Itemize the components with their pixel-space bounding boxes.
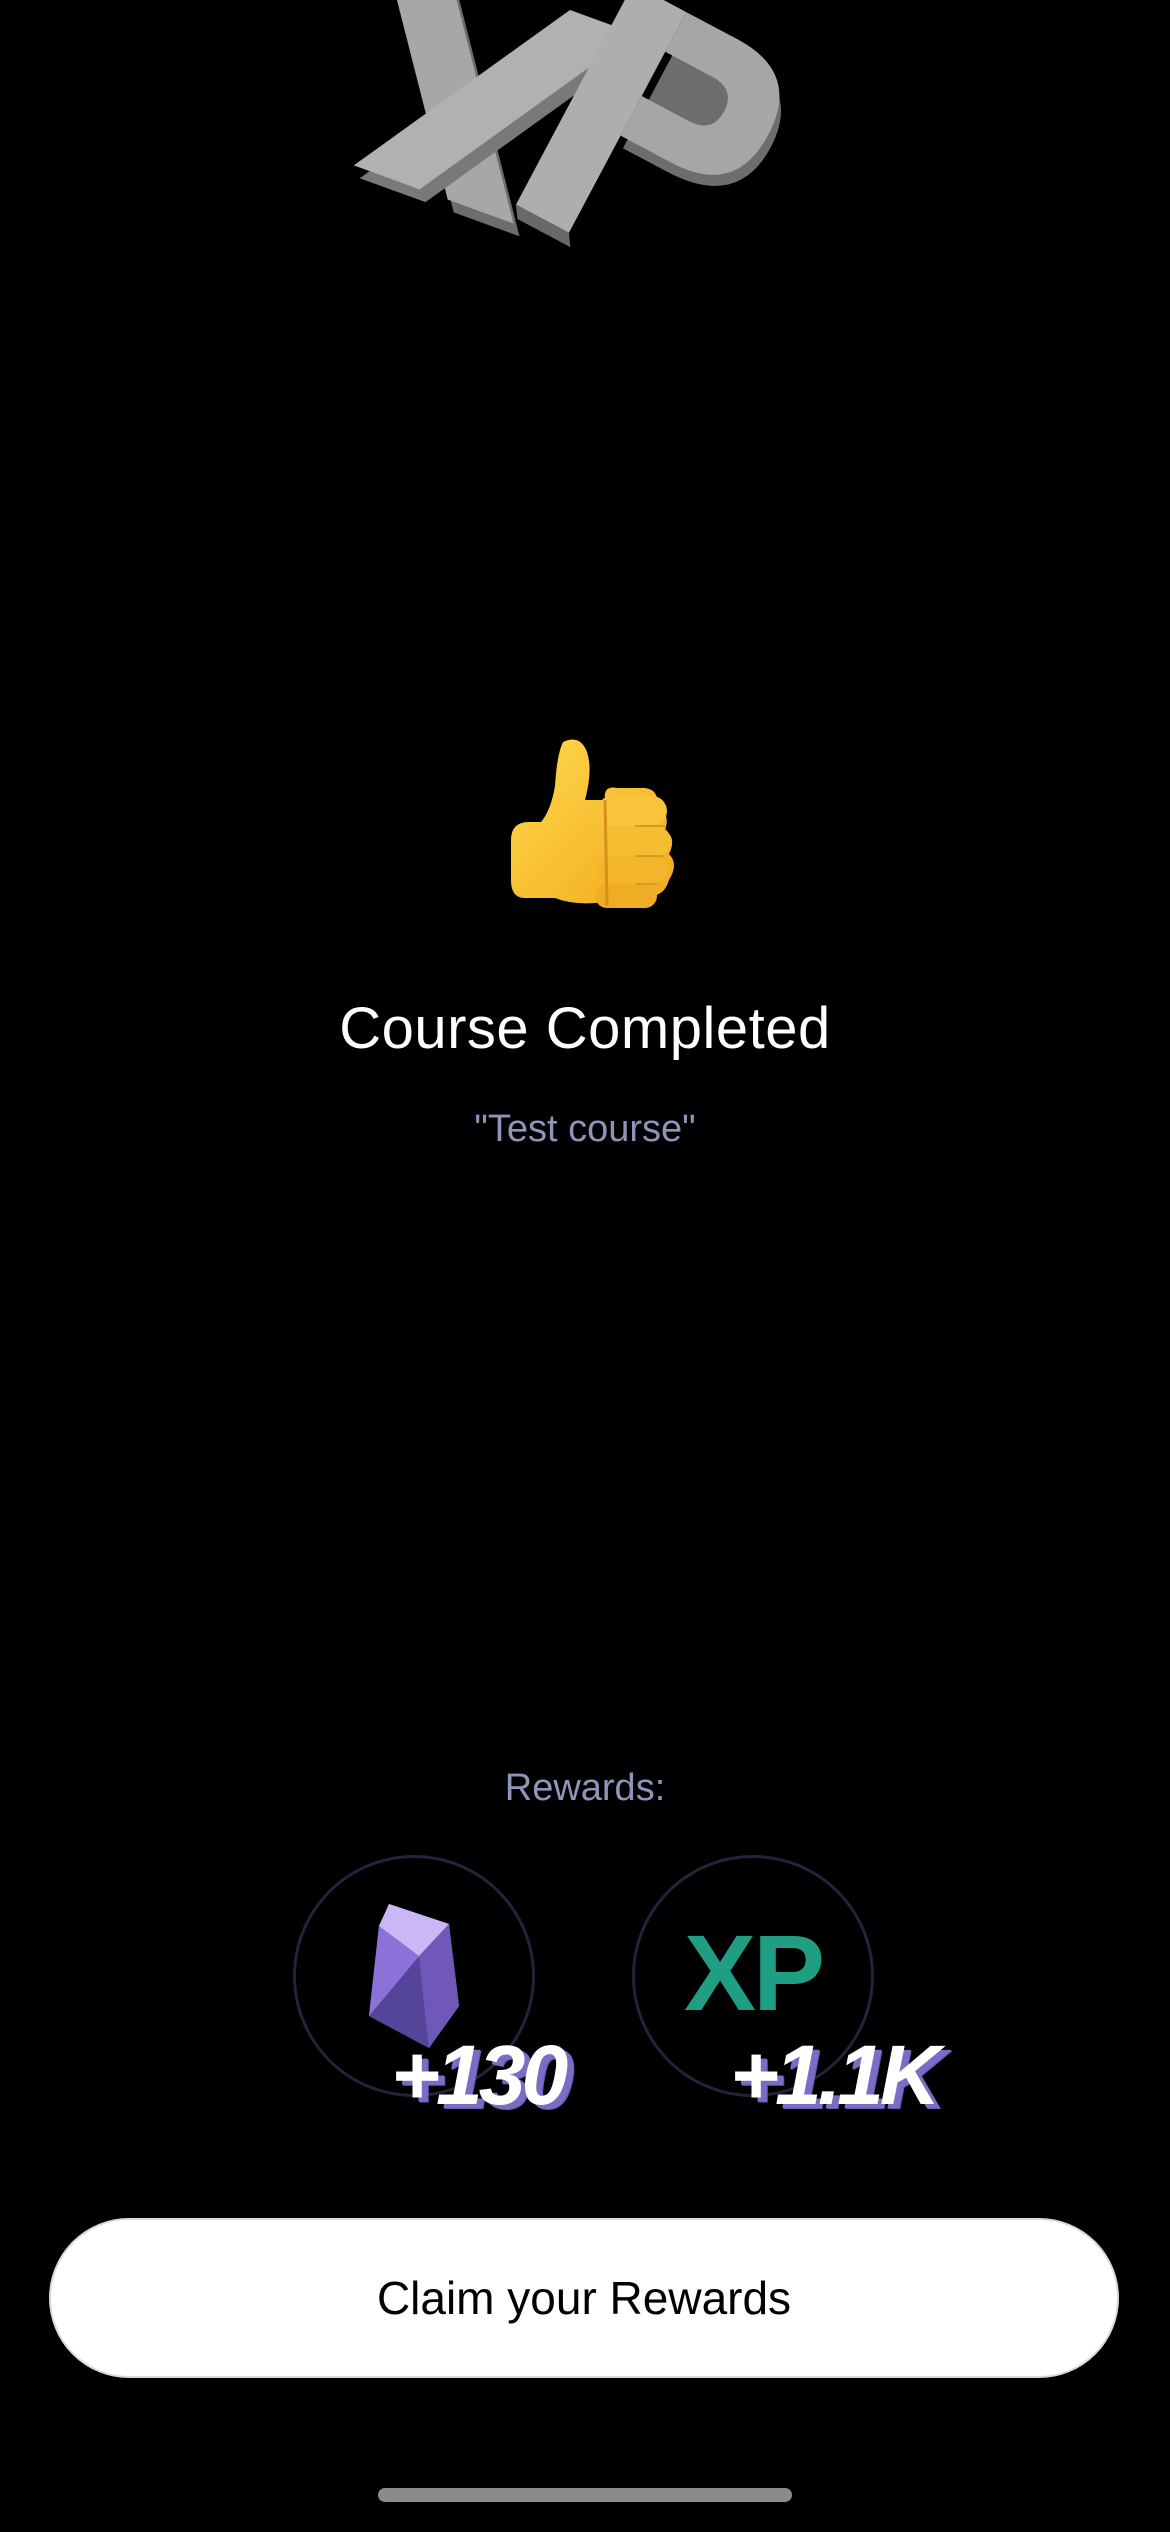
xp-icon-label: XP	[683, 1911, 825, 2033]
xp-letters-graphic	[353, 0, 782, 248]
xp-reward-amount: +1.1K	[730, 2028, 940, 2122]
rewards-label: Rewards:	[504, 1767, 666, 1809]
claim-rewards-button[interactable]: Claim your Rewards	[49, 2218, 1119, 2378]
course-completed-title: Course Completed	[339, 996, 831, 1061]
course-name: "Test course"	[474, 1108, 696, 1150]
reward-gems: +130	[293, 1855, 568, 2122]
reward-xp: XP +1.1K	[632, 1855, 940, 2122]
gem-reward-amount: +130	[391, 2028, 568, 2122]
thumbs-up-icon	[475, 725, 695, 945]
home-indicator[interactable]	[378, 2488, 792, 2502]
xp-3d-letters-decoration	[270, 0, 870, 340]
